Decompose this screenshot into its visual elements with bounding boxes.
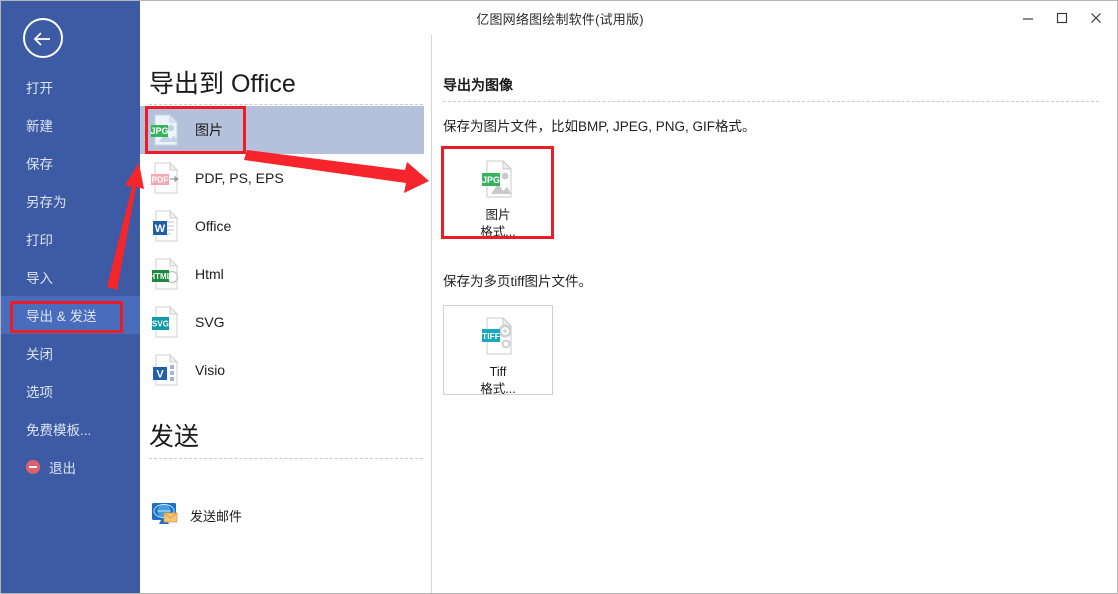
sidebar-item-label: 保存 — [26, 153, 53, 173]
sidebar-item-label: 打印 — [26, 229, 53, 249]
export-format-list: JPG 图片 PDF PDF, PS, EPS — [140, 106, 432, 394]
sidebar-item-label: 另存为 — [26, 191, 67, 211]
format-item-html[interactable]: HTML Html — [140, 250, 432, 298]
maximize-icon — [1056, 12, 1068, 24]
format-item-label: Visio — [195, 362, 225, 378]
format-item-office[interactable]: W Office — [140, 202, 432, 250]
format-item-svg[interactable]: SVG SVG — [140, 298, 432, 346]
send-list: 发送邮件 — [140, 495, 432, 535]
sidebar-item-new[interactable]: 新建 — [1, 106, 140, 144]
svg-text:V: V — [156, 369, 164, 381]
sidebar-item-options[interactable]: 选项 — [1, 372, 140, 410]
export-column: 导出到 Office JPG 图片 PDF — [140, 35, 432, 594]
svg-text:PDF: PDF — [152, 175, 169, 185]
image-format-tile[interactable]: JPG 图片 格式... — [443, 148, 553, 238]
format-item-label: Html — [195, 266, 224, 282]
window-controls — [1011, 5, 1113, 31]
exit-icon — [26, 460, 40, 474]
minimize-icon — [1022, 12, 1034, 24]
tiff-format-tile[interactable]: TIFF Tiff 格式... — [443, 305, 553, 395]
tiff-file-icon: TIFF — [481, 317, 515, 360]
sidebar-item-templates[interactable]: 免费模板... — [1, 410, 140, 448]
divider-export — [149, 104, 423, 105]
application-window: 亿图网络图绘制软件(试用版) 登录 — [0, 0, 1118, 594]
send-item-label: 发送邮件 — [190, 506, 242, 525]
close-button[interactable] — [1079, 5, 1113, 31]
sidebar-item-print[interactable]: 打印 — [1, 220, 140, 258]
divider-send — [149, 458, 423, 459]
jpg-file-icon: JPG — [481, 160, 515, 203]
image-description: 保存为图片文件，比如BMP, JPEG, PNG, GIF格式。 — [443, 115, 756, 135]
svg-text:HTML: HTML — [151, 272, 172, 281]
sidebar-item-import[interactable]: 导入 — [1, 258, 140, 296]
svg-text:W: W — [155, 223, 166, 235]
sidebar-item-label: 新建 — [26, 115, 53, 135]
back-button[interactable] — [23, 18, 63, 58]
sidebar-item-label: 退出 — [49, 457, 76, 477]
word-file-icon: W — [151, 210, 181, 242]
sidebar-item-label: 关闭 — [26, 343, 53, 363]
svg-text:SVG: SVG — [152, 320, 169, 329]
export-detail-panel: 导出为图像 保存为图片文件，比如BMP, JPEG, PNG, GIF格式。 J… — [433, 35, 1118, 594]
sidebar: 打开 新建 保存 另存为 打印 导入 导出 & 发送 关闭 — [1, 1, 140, 594]
send-item-email[interactable]: 发送邮件 — [140, 495, 432, 535]
sidebar-item-save-as[interactable]: 另存为 — [1, 182, 140, 220]
title-bar: 亿图网络图绘制软件(试用版) — [1, 1, 1118, 35]
window-title: 亿图网络图绘制软件(试用版) — [1, 9, 1118, 28]
format-item-picture[interactable]: JPG 图片 — [140, 106, 424, 154]
sidebar-menu: 打开 新建 保存 另存为 打印 导入 导出 & 发送 关闭 — [1, 68, 140, 486]
jpg-file-icon: JPG — [151, 114, 181, 146]
sidebar-item-label: 选项 — [26, 381, 53, 401]
format-item-label: SVG — [195, 314, 225, 330]
sidebar-item-export-send[interactable]: 导出 & 发送 — [1, 296, 140, 334]
format-item-label: PDF, PS, EPS — [195, 170, 284, 186]
sidebar-item-label: 导入 — [26, 267, 53, 287]
tile-label-line1: Tiff — [490, 364, 507, 381]
format-item-pdf[interactable]: PDF PDF, PS, EPS — [140, 154, 432, 202]
panel-divider — [443, 101, 1099, 102]
pdf-file-icon: PDF — [151, 162, 181, 194]
svg-text:JPG: JPG — [482, 175, 500, 185]
sidebar-item-label: 免费模板... — [26, 419, 91, 439]
sidebar-item-label: 打开 — [26, 77, 53, 97]
tile-label-line2: 格式... — [480, 224, 515, 241]
svg-file-icon: SVG — [151, 306, 181, 338]
sidebar-item-open[interactable]: 打开 — [1, 68, 140, 106]
tiff-description: 保存为多页tiff图片文件。 — [443, 270, 592, 290]
send-title: 发送 — [149, 417, 199, 453]
back-arrow-icon — [32, 28, 54, 50]
svg-text:JPG: JPG — [151, 126, 169, 136]
close-icon — [1090, 12, 1102, 24]
format-item-label: Office — [195, 218, 231, 234]
minimize-button[interactable] — [1011, 5, 1045, 31]
sidebar-item-save[interactable]: 保存 — [1, 144, 140, 182]
maximize-button[interactable] — [1045, 5, 1079, 31]
format-item-visio[interactable]: V Visio — [140, 346, 432, 394]
tile-label-line1: 图片 — [485, 207, 510, 224]
html-file-icon: HTML — [151, 258, 181, 290]
export-to-office-title: 导出到 Office — [149, 64, 296, 100]
svg-text:TIFF: TIFF — [482, 331, 500, 341]
visio-file-icon: V — [151, 354, 181, 386]
tile-label-line2: 格式... — [480, 381, 515, 398]
sidebar-item-label: 导出 & 发送 — [26, 305, 97, 325]
sidebar-item-exit[interactable]: 退出 — [1, 448, 140, 486]
sidebar-item-close[interactable]: 关闭 — [1, 334, 140, 372]
format-item-label: 图片 — [195, 120, 223, 140]
send-mail-icon — [151, 502, 179, 528]
panel-heading: 导出为图像 — [443, 75, 513, 95]
